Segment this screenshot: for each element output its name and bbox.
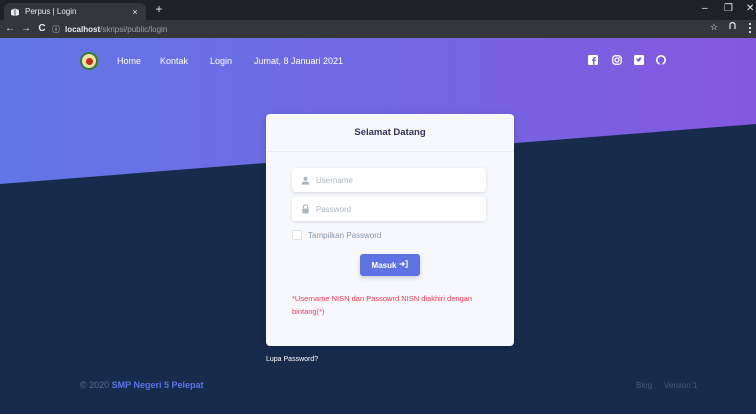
url-path: /skripsi/public/login [100, 24, 168, 34]
user-icon [300, 175, 310, 185]
username-input[interactable] [316, 175, 476, 185]
url-host: localhost [65, 24, 101, 34]
minimize-button[interactable]: – [702, 3, 708, 14]
logo-emblem [85, 57, 93, 65]
new-tab-button[interactable]: + [152, 2, 166, 16]
twitter-icon[interactable] [634, 55, 644, 65]
copyright-text: © 2020 [80, 380, 110, 390]
top-navbar: Home Kontak Login Jumat, 8 Januari 2021 [0, 52, 756, 74]
school-logo[interactable] [80, 52, 98, 70]
show-password-row[interactable]: Tampilkan Password [292, 230, 381, 240]
browser-toolbar: ← → C ⓘ localhost /skripsi/public/login … [0, 20, 756, 38]
login-notice: *Username NISN dan Passowrd NISN diakhir… [292, 294, 473, 316]
login-card: Selamat Datang Tampilkan Password Masuk … [266, 114, 514, 346]
current-date: Jumat, 8 Januari 2021 [254, 56, 344, 66]
page-content: Home Kontak Login Jumat, 8 Januari 2021 … [0, 38, 756, 414]
show-password-label[interactable]: Tampilkan Password [308, 231, 381, 240]
masuk-button[interactable]: Masuk [360, 254, 420, 276]
masuk-button-label: Masuk [371, 260, 397, 270]
login-title: Selamat Datang [354, 127, 426, 138]
forgot-password-link[interactable]: Lupa Password? [266, 356, 318, 363]
password-input[interactable] [316, 204, 476, 214]
show-password-checkbox[interactable] [292, 230, 302, 240]
nav-link-login[interactable]: Login [210, 56, 232, 66]
sign-in-icon [399, 260, 409, 270]
github-icon[interactable] [656, 55, 666, 65]
browser-menu-icon[interactable] [748, 22, 752, 36]
nav-link-home[interactable]: Home [117, 56, 141, 66]
back-button[interactable]: ← [4, 22, 16, 36]
footer-link-version[interactable]: Version 1 [664, 381, 697, 390]
password-field[interactable] [292, 197, 486, 221]
close-window-button[interactable]: ✕ [746, 3, 754, 14]
reload-button[interactable]: C [36, 22, 48, 36]
address-bar[interactable]: ⓘ localhost /skripsi/public/login [52, 22, 712, 36]
forward-button[interactable]: → [20, 22, 32, 36]
browser-tab[interactable]: Perpus | Login × [4, 3, 146, 20]
login-card-header: Selamat Datang [266, 114, 514, 152]
extension-icon[interactable] [728, 21, 737, 33]
footer-brand-link[interactable]: SMP Negeri 5 Pelepat [112, 380, 204, 390]
nav-link-kontak[interactable]: Kontak [160, 56, 188, 66]
footer-copyright: © 2020 SMP Negeri 5 Pelepat [80, 380, 204, 390]
username-field[interactable] [292, 168, 486, 192]
footer-link-blog[interactable]: Blog [636, 381, 652, 390]
favicon-icon [10, 7, 20, 17]
lock-icon [300, 204, 310, 214]
tab-title: Perpus | Login [25, 7, 77, 16]
restore-button[interactable]: ❐ [724, 3, 733, 14]
facebook-icon[interactable] [588, 55, 598, 65]
bookmark-star-icon[interactable]: ☆ [710, 22, 718, 33]
browser-tab-strip: Perpus | Login × + – ❐ ✕ [0, 0, 756, 20]
instagram-icon[interactable] [612, 55, 622, 65]
site-info-icon[interactable]: ⓘ [52, 24, 60, 35]
tab-close-icon[interactable]: × [130, 7, 140, 17]
